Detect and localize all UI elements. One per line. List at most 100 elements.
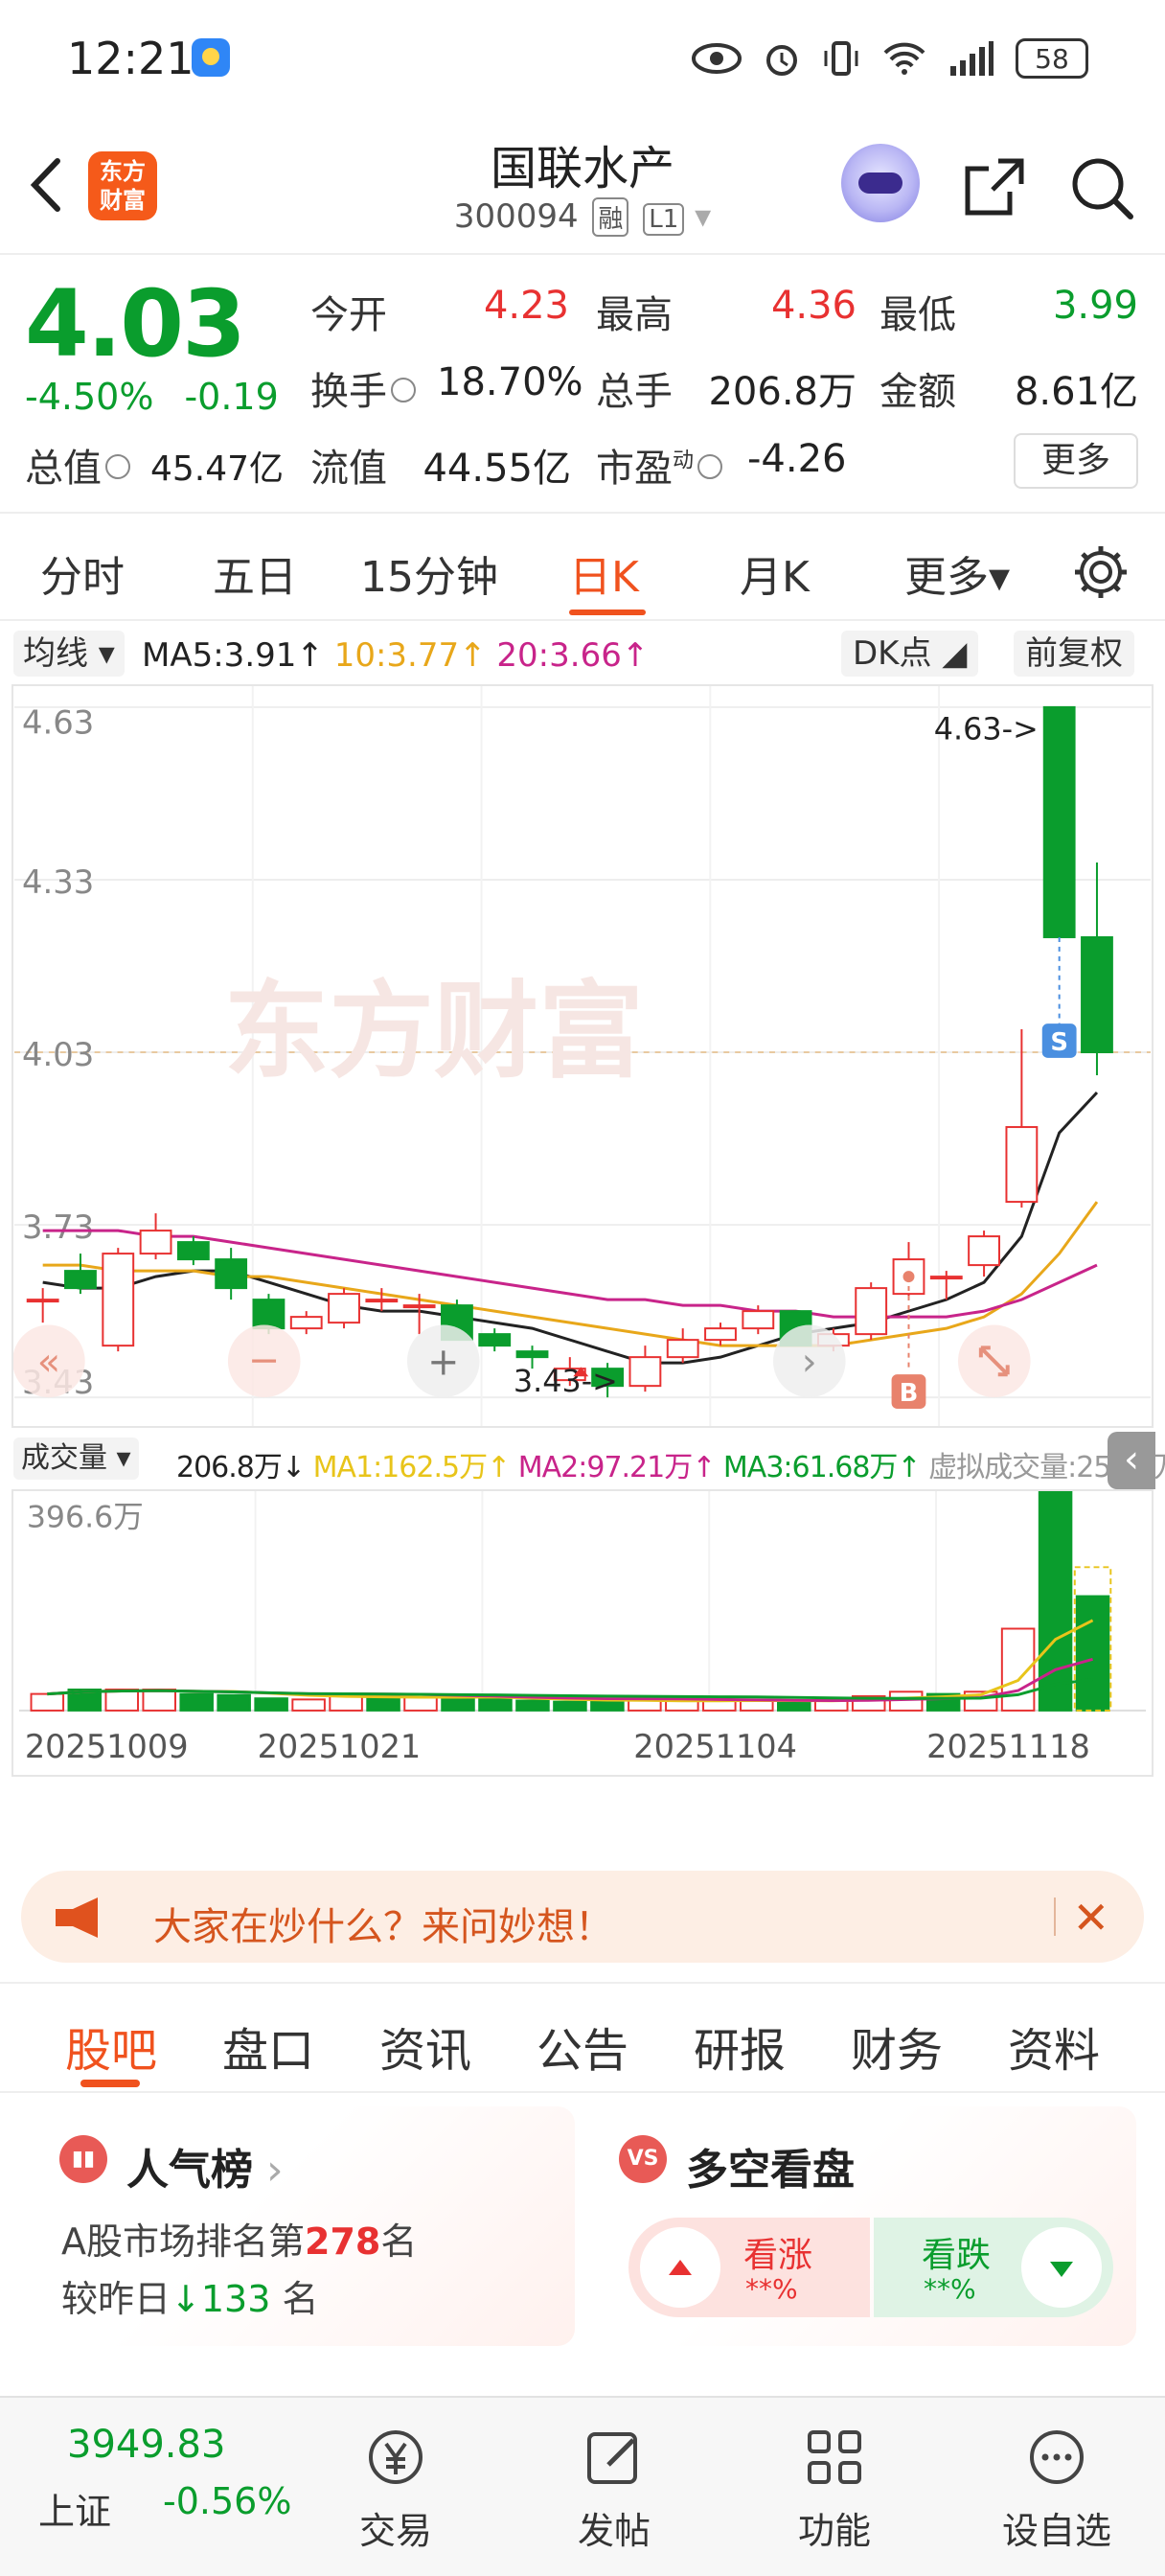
yen-icon: [369, 2430, 423, 2484]
volume-bar: [515, 1699, 550, 1712]
tab-monthly-k[interactable]: 月K: [740, 542, 810, 604]
turnover-value: 18.70%: [437, 360, 583, 404]
bull-bear-card: VS 多空看盘 看涨 **% 看跌 **%: [596, 2106, 1136, 2346]
share-icon[interactable]: [956, 150, 1033, 226]
tab-daily-k[interactable]: 日K: [569, 542, 639, 604]
ma10-value: 10:3.77↑: [333, 636, 487, 675]
arrow-down-icon: ↓: [171, 2278, 201, 2320]
tab-profile[interactable]: 资料: [1008, 2012, 1100, 2080]
total-cap-label-text: 总值: [25, 447, 102, 491]
info-icon[interactable]: [391, 378, 416, 402]
change-amount: -0.19: [184, 376, 279, 418]
candle-body: [64, 1270, 97, 1290]
volume-chart[interactable]: 396.6万 20251009 20251021 20251104 20251118: [11, 1489, 1154, 1777]
tab-research[interactable]: 研报: [694, 2012, 786, 2080]
active-tab-indicator: [569, 610, 646, 615]
sell-marker-label: S: [1050, 1028, 1068, 1057]
float-cap-label: 流值: [310, 447, 387, 491]
rank-line: A股市场排名第278名: [61, 2212, 417, 2265]
index-name: 上证: [38, 2491, 112, 2533]
close-icon[interactable]: ✕: [1072, 1892, 1109, 1944]
nav-watchlist[interactable]: 设自选: [985, 2407, 1129, 2561]
tab-news[interactable]: 资讯: [379, 2012, 471, 2080]
ma-dropdown[interactable]: 均线 ▾: [13, 631, 125, 677]
tab-announcements[interactable]: 公告: [537, 2012, 628, 2080]
minus-icon: −: [248, 1338, 280, 1382]
compare-line: 较昨日↓133 名: [61, 2269, 318, 2322]
quote-panel: 4.03 -4.50% -0.19 今开 4.23 最高 4.36 最低 3.99…: [0, 257, 1165, 514]
compare-value: 133: [200, 2278, 271, 2320]
high-value: 4.36: [770, 284, 857, 328]
candle-body: [139, 1230, 172, 1255]
gear-icon[interactable]: [1071, 542, 1131, 602]
arrow-down-icon: [1021, 2227, 1102, 2308]
volume-max-label: 396.6万: [27, 1500, 144, 1534]
vs-icon: VS: [619, 2135, 667, 2183]
tab-forum[interactable]: 股吧: [65, 2012, 157, 2080]
stock-header: 东方 财富 国联水产 300094 融 L1 ▾: [0, 115, 1165, 255]
more-button[interactable]: 更多: [1014, 433, 1138, 489]
candle-body: [26, 1299, 59, 1303]
ask-banner[interactable]: 大家在炒什么？来问妙想！ ✕: [21, 1871, 1144, 1963]
amount-value: 8.61亿: [1014, 370, 1138, 414]
candle-body: [968, 1235, 1000, 1267]
tab-15min[interactable]: 15分钟: [360, 542, 498, 604]
volume-bar: [104, 1688, 140, 1712]
candle-body: [628, 1356, 662, 1388]
candle-body: [252, 1299, 286, 1330]
info-icon[interactable]: [105, 454, 130, 479]
volume-bar: [291, 1698, 326, 1712]
bullish-button[interactable]: 看涨 **%: [628, 2218, 870, 2317]
volume-legend: 成交量 ▾ 206.8万↓ MA1:162.5万↑ MA2:97.21万↑ MA…: [0, 1432, 1165, 1485]
candle-body: [704, 1327, 737, 1342]
bearish-button[interactable]: 看跌 **%: [874, 2218, 1113, 2317]
change-row: -4.50% -0.19: [25, 376, 279, 418]
tab-order-book[interactable]: 盘口: [222, 2012, 314, 2080]
assistant-robot-icon[interactable]: [841, 144, 920, 222]
ma5-value: MA5:3.91↑: [142, 636, 324, 675]
tab-five-day[interactable]: 五日: [213, 542, 297, 604]
tab-financials[interactable]: 财务: [851, 2012, 943, 2080]
popularity-title-text: 人气榜: [126, 2146, 253, 2195]
adjust-price-button[interactable]: 前复权: [1014, 631, 1134, 677]
dk-point-button[interactable]: DK点 ◢: [841, 631, 979, 677]
ma-legend: 均线 ▾ MA5:3.91↑ 10:3.77↑ 20:3.66↑ DK点 ◢ 前…: [0, 625, 1165, 682]
candle-body: [666, 1339, 699, 1359]
stock-code: 300094: [453, 197, 579, 236]
nav-functions[interactable]: 功能: [763, 2407, 906, 2561]
index-percent: -0.56%: [163, 2480, 292, 2522]
current-price: 4.03: [25, 270, 246, 378]
weather-icon: [192, 38, 230, 77]
nav-watchlist-label: 设自选: [1001, 2510, 1111, 2552]
popularity-title: 人气榜 ›: [126, 2135, 284, 2196]
chevron-right-icon: ›: [253, 2146, 284, 2195]
tab-more[interactable]: 更多▾: [904, 542, 1010, 604]
side-panel-toggle[interactable]: ‹: [1108, 1432, 1155, 1489]
nav-post[interactable]: 发帖: [542, 2407, 686, 2561]
float-cap-value: 44.55亿: [423, 447, 571, 491]
search-icon[interactable]: [1063, 150, 1140, 226]
volume-dropdown[interactable]: 成交量 ▾: [13, 1438, 139, 1480]
bottom-bar: 3949.83 上证 -0.56% 交易 发帖 功能 设自选: [0, 2396, 1165, 2576]
battery-icon: 58: [1016, 38, 1088, 79]
turnover-label-text: 换手: [310, 370, 387, 414]
vibrate-icon: [824, 41, 858, 76]
y-tick-label: 4.03: [22, 1036, 94, 1073]
rank-prefix: A股市场排名第: [61, 2220, 305, 2263]
buy-marker-dot: [902, 1271, 915, 1283]
tab-intraday[interactable]: 分时: [40, 542, 125, 604]
volume-values: 206.8万↓ MA1:162.5万↑ MA2:97.21万↑ MA3:61.6…: [176, 1443, 1165, 1485]
bullish-percent: **%: [745, 2273, 798, 2305]
volume-ma1: MA1:162.5万↑: [312, 1451, 512, 1484]
volume-bar: [403, 1696, 438, 1712]
low-value: 3.99: [1052, 284, 1138, 328]
candle-body: [929, 1276, 963, 1280]
candlestick-chart[interactable]: 东方财富 4.634.334.033.733.43 4.63->3.43->SB…: [11, 684, 1154, 1428]
nav-trade[interactable]: 交易: [324, 2407, 468, 2561]
nav-post-label: 发帖: [577, 2510, 651, 2552]
volume-bar: [179, 1692, 214, 1712]
y-tick-label: 4.63: [22, 704, 94, 742]
info-icon[interactable]: [697, 454, 723, 479]
popularity-card[interactable]: ▮▮ 人气榜 › A股市场排名第278名 较昨日↓133 名: [36, 2106, 575, 2346]
candle-body: [289, 1316, 323, 1330]
